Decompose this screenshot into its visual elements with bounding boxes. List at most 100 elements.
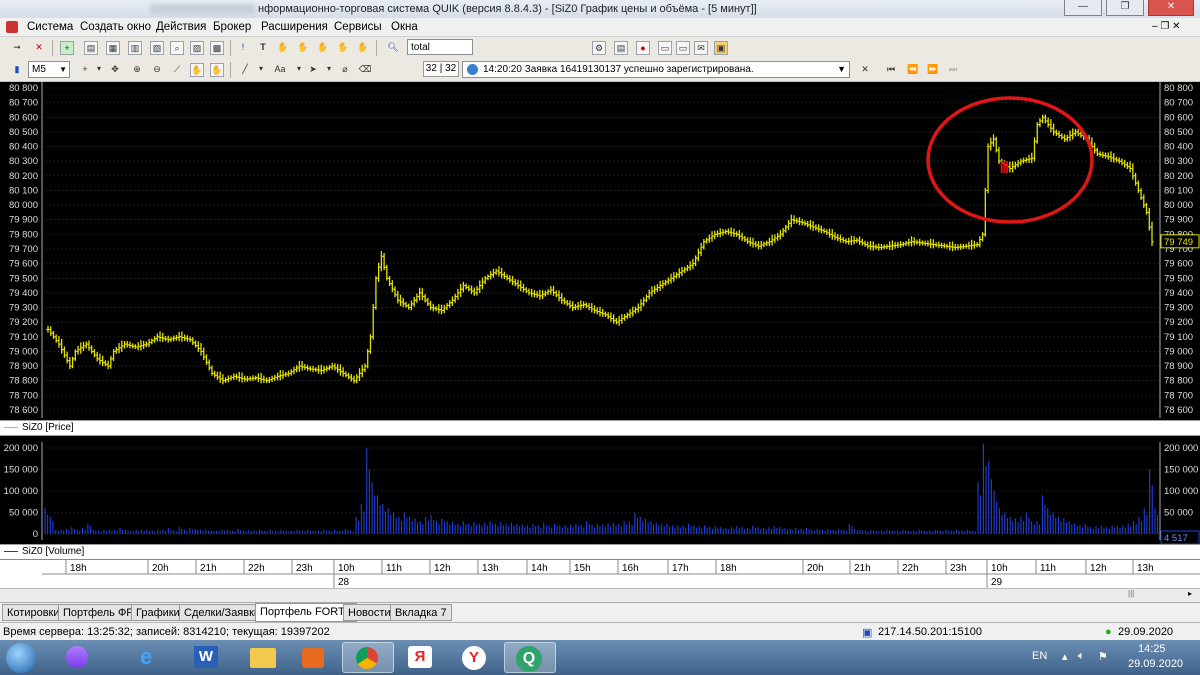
time-label: 13h xyxy=(482,563,499,574)
volume-tick-label-left: 150 000 xyxy=(4,465,38,476)
time-label: 13h xyxy=(1137,563,1154,574)
search-input[interactable]: total xyxy=(407,39,473,55)
prev-icon[interactable]: ⏪ xyxy=(906,63,920,77)
text-tool-icon[interactable]: T xyxy=(256,41,270,55)
zoom-out-icon[interactable]: ⊖ xyxy=(150,63,164,77)
hand4-icon[interactable]: ✋ xyxy=(336,41,350,55)
disconnect-icon[interactable]: ✕ xyxy=(32,41,46,55)
volume-icon[interactable]: 🔈︎ xyxy=(1078,650,1085,663)
flag-icon[interactable]: ⚑ xyxy=(1098,650,1108,663)
hand-icon[interactable]: ✋ xyxy=(276,41,290,55)
chevron-down-icon[interactable]: ▼ xyxy=(837,62,846,77)
maximize-button[interactable]: ❐ xyxy=(1106,0,1144,16)
cursor-icon[interactable]: ➤ xyxy=(306,63,320,77)
tab-portfolio-forts[interactable]: Портфель FORTS xyxy=(255,603,358,622)
tab-portfolio-fr[interactable]: Портфель ФР xyxy=(58,604,139,621)
scroll-right-icon[interactable]: ▸ xyxy=(1188,589,1192,598)
price-tick-label-left: 78 900 xyxy=(9,361,38,372)
db-icon[interactable]: ▣ xyxy=(714,41,728,55)
orders-icon[interactable]: ▥ xyxy=(128,41,142,55)
horizontal-scrollbar[interactable]: ||| ▸ xyxy=(0,588,1200,602)
media-app[interactable] xyxy=(290,642,342,673)
message-box[interactable]: 14:20:20 Заявка 16419130137 успешно заре… xyxy=(462,61,850,78)
hand-tool-icon[interactable]: ✋ xyxy=(190,63,204,77)
orders-list-icon[interactable]: ▤ xyxy=(614,41,628,55)
menu-services[interactable]: Сервисы xyxy=(334,21,382,33)
new-window-icon[interactable]: + xyxy=(60,41,74,55)
stop-icon[interactable]: ● xyxy=(636,41,650,55)
menu-extensions[interactable]: Расширения xyxy=(261,21,328,33)
font-dropdown-icon[interactable]: ▾ xyxy=(292,63,306,77)
doc-icon[interactable]: ▭ xyxy=(658,41,672,55)
tab-news[interactable]: Новости xyxy=(343,604,396,621)
arrow-right-icon[interactable]: ➞ xyxy=(10,41,24,55)
menu-broker[interactable]: Брокер xyxy=(213,21,251,33)
word-app[interactable]: W xyxy=(182,642,234,673)
yandex-app[interactable]: Я xyxy=(396,642,448,673)
ie-app[interactable]: e xyxy=(126,642,178,673)
start-button-icon[interactable] xyxy=(6,643,36,673)
bar-chart-icon[interactable]: ▮ xyxy=(10,63,24,77)
doc2-icon[interactable]: ▭ xyxy=(676,41,690,55)
price-tick-label-right: 79 300 xyxy=(1164,303,1193,314)
first-icon[interactable]: ⏮ xyxy=(884,63,898,77)
zoom-in-icon[interactable]: ⊕ xyxy=(130,63,144,77)
close-button[interactable]: ✕ xyxy=(1148,0,1194,16)
price-tick-label-right: 80 500 xyxy=(1164,127,1193,138)
dropdown-icon[interactable]: ▾ xyxy=(92,63,106,77)
last-icon[interactable]: ⏭ xyxy=(946,63,960,77)
alert-icon[interactable]: ! xyxy=(236,41,250,55)
eraser-icon[interactable]: ⌫ xyxy=(358,63,372,77)
table-icon[interactable]: ▤ xyxy=(84,41,98,55)
search-table-icon[interactable]: ⌕ xyxy=(170,41,184,55)
quik-app[interactable]: Q xyxy=(504,642,556,673)
mdi-controls[interactable]: – ❐ ✕ xyxy=(1152,21,1180,32)
scroll-grip-icon[interactable]: ||| xyxy=(1128,589,1134,598)
price-tick-label-right: 78 800 xyxy=(1164,376,1193,387)
quotes-icon[interactable]: ▦ xyxy=(106,41,120,55)
price-series-label: SiZ0 [Price] xyxy=(0,420,1200,436)
line-tool-icon[interactable]: ╱ xyxy=(238,63,252,77)
language-indicator[interactable]: EN xyxy=(1032,650,1047,662)
minimize-button[interactable]: — xyxy=(1064,0,1102,16)
limits-icon[interactable]: ▩ xyxy=(210,41,224,55)
menu-actions[interactable]: Действия xyxy=(156,21,206,33)
crosshair-icon[interactable]: + xyxy=(78,63,92,77)
explorer-app[interactable] xyxy=(238,642,290,673)
next-icon[interactable]: ⏩ xyxy=(926,63,940,77)
price-tick-label-right: 78 900 xyxy=(1164,361,1193,372)
chrome-app[interactable] xyxy=(342,642,394,673)
tab-quotes[interactable]: Котировки xyxy=(2,604,65,621)
time-label: 12h xyxy=(434,563,451,574)
trades-icon[interactable]: ▧ xyxy=(150,41,164,55)
hand5-icon[interactable]: ✋ xyxy=(356,41,370,55)
alice-icon[interactable] xyxy=(66,646,88,668)
cursor-dropdown-icon[interactable]: ▾ xyxy=(322,63,336,77)
eye-off-icon[interactable]: ⌀ xyxy=(338,63,352,77)
search-icon[interactable]: 🔍︎ xyxy=(386,41,400,55)
hand-tool2-icon[interactable]: ✋ xyxy=(210,63,224,77)
hand2-icon[interactable]: ✋ xyxy=(296,41,310,55)
menu-create-window[interactable]: Создать окно xyxy=(80,21,151,33)
chart-area[interactable]: 80 800 80 700 80 600 80 500 80 400 80 300 80 2… xyxy=(0,82,1200,606)
font-button[interactable]: Aa xyxy=(268,63,292,77)
menu-sistema[interactable]: Система xyxy=(27,21,73,33)
timeframe-select[interactable]: M5 ▼ xyxy=(28,61,70,78)
hand3-icon[interactable]: ✋ xyxy=(316,41,330,55)
settings-icon[interactable]: ⚙ xyxy=(592,41,606,55)
line-dropdown-icon[interactable]: ▾ xyxy=(254,63,268,77)
price-tick-label-left: 79 100 xyxy=(9,332,38,343)
portfolio-icon[interactable]: ▨ xyxy=(190,41,204,55)
tab-trades-orders[interactable]: Сделки/Заявки xyxy=(179,604,266,621)
price-tick-label-left: 80 600 xyxy=(9,112,38,123)
move-icon[interactable]: ✥ xyxy=(108,63,122,77)
ruler-icon[interactable]: ⟋ xyxy=(170,63,184,77)
app-icon[interactable] xyxy=(6,21,18,33)
tab-charts[interactable]: Графики xyxy=(131,604,185,621)
tray-up-icon[interactable]: ▴ xyxy=(1062,650,1068,663)
tab-7[interactable]: Вкладка 7 xyxy=(390,604,452,621)
yandex-browser-app[interactable]: Y xyxy=(450,642,502,673)
clear-icon[interactable]: ✕ xyxy=(858,63,872,77)
mail-icon[interactable]: ✉ xyxy=(694,41,708,55)
menu-windows[interactable]: Окна xyxy=(391,21,418,33)
